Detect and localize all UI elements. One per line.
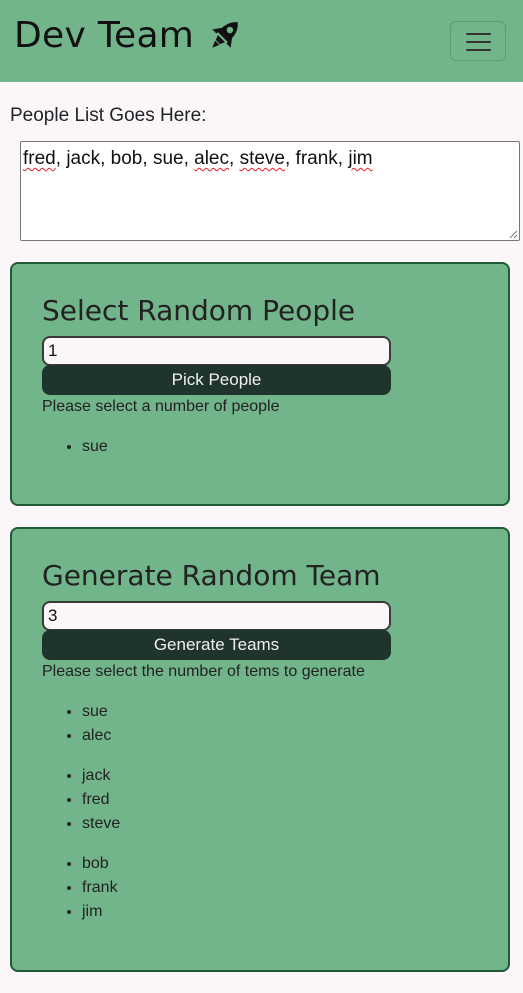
generate-team-card: Generate Random Team Generate Teams Plea… <box>10 527 510 972</box>
navbar: Dev Team <box>0 0 523 82</box>
team-member: jim <box>82 900 118 924</box>
select-people-card: Select Random People Pick People Please … <box>10 262 510 506</box>
team-list: jackfredsteve <box>82 764 120 836</box>
people-name: frank <box>295 148 338 169</box>
picked-people-list: sue <box>82 435 108 459</box>
people-count-input[interactable] <box>42 336 391 366</box>
people-name: jack <box>66 148 101 169</box>
people-name: bob <box>110 148 143 169</box>
teams-help-text: Please select the number of tems to gene… <box>42 663 365 680</box>
select-people-title: Select Random People <box>42 294 356 327</box>
people-name: jim <box>348 148 373 169</box>
pick-people-button[interactable]: Pick People <box>42 365 391 395</box>
resize-handle-icon[interactable] <box>508 229 518 239</box>
generate-teams-button[interactable]: Generate Teams <box>42 630 391 660</box>
rocket-icon <box>204 14 246 56</box>
team-count-input[interactable] <box>42 601 391 631</box>
team-member: jack <box>82 764 120 788</box>
navbar-toggler-button[interactable] <box>450 21 506 61</box>
people-name: fred <box>23 148 56 169</box>
people-name: alec <box>194 148 229 169</box>
team-member: steve <box>82 812 120 836</box>
team-member: alec <box>82 724 111 748</box>
people-list-label: People List Goes Here: <box>10 105 207 126</box>
team-list: suealec <box>82 700 111 748</box>
hamburger-menu-icon <box>466 33 491 35</box>
brand[interactable]: Dev Team <box>14 14 246 56</box>
pick-help-text: Please select a number of people <box>42 398 280 415</box>
generate-team-title: Generate Random Team <box>42 559 381 592</box>
team-list: bobfrankjim <box>82 852 118 924</box>
team-member: sue <box>82 700 111 724</box>
team-member: bob <box>82 852 118 876</box>
brand-title: Dev Team <box>14 14 195 56</box>
team-member: frank <box>82 876 118 900</box>
people-name: steve <box>239 148 285 169</box>
team-member: fred <box>82 788 120 812</box>
list-item: sue <box>82 435 108 459</box>
people-name: sue <box>152 148 184 169</box>
people-list-textarea[interactable]: fred, jack, bob, sue, alec, steve, frank… <box>20 141 520 241</box>
